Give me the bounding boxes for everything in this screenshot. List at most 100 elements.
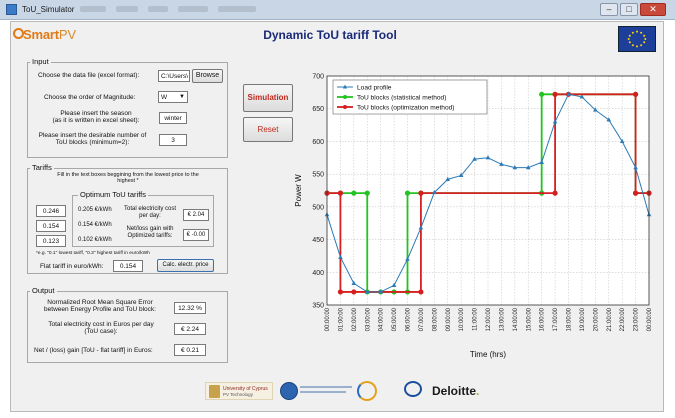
output-panel-title: Output xyxy=(30,286,57,295)
legend-label: ToU blocks (optimization method) xyxy=(357,104,454,111)
blurred-menu-item xyxy=(80,6,106,12)
legend-marker xyxy=(343,105,347,109)
tariff-entry-high[interactable]: 0.246 xyxy=(36,205,66,217)
close-button[interactable]: ✕ xyxy=(640,3,666,16)
blurred-menu-item xyxy=(178,6,208,12)
input-panel-title: Input xyxy=(30,57,51,66)
x-tick-label: 17:00:00 xyxy=(553,307,559,331)
legend-label: Load profile xyxy=(357,84,392,91)
net-gain-output-label: Net / (loss) gain [ToU - flat tariff] in… xyxy=(34,347,153,354)
magnitude-select[interactable]: W ▼ xyxy=(158,91,188,103)
nrmse-label: Normalized Root Mean Square Error between… xyxy=(44,299,156,314)
flat-tariff-field[interactable]: 0.154 xyxy=(113,260,143,272)
series-tou-optimization-point xyxy=(632,190,639,196)
eu-flag-icon xyxy=(618,26,656,52)
data-file-field[interactable]: C:\Users\ xyxy=(158,70,190,82)
calc-price-button[interactable]: Calc. electr. price xyxy=(157,259,214,272)
y-tick-label: 500 xyxy=(312,204,324,211)
total-cost-label: Total electricity cost per day: xyxy=(123,206,177,219)
series-tou-optimization-point xyxy=(632,91,639,97)
y-tick-label: 550 xyxy=(312,172,324,179)
series-tou-optimization-point xyxy=(552,190,558,196)
y-tick-label: 600 xyxy=(312,139,324,146)
x-tick-label: 15:00:00 xyxy=(526,307,532,331)
x-tick-label: 23:00:00 xyxy=(634,307,640,331)
tou-cost-label: Total electricity cost in Euros per day(… xyxy=(48,321,154,336)
x-tick-label: 00:00:00 xyxy=(325,307,331,331)
net-gain-label: Net/loss gain with Optimized tariffs: xyxy=(126,226,174,239)
y-tick-label: 350 xyxy=(312,303,324,310)
tariff-entry-low[interactable]: 0.123 xyxy=(36,235,66,247)
minimize-button[interactable]: – xyxy=(600,3,618,16)
series-tou-optimization-point xyxy=(418,190,424,196)
series-tou-optimization-point xyxy=(351,289,357,295)
y-tick-label: 400 xyxy=(312,270,324,277)
series-tou-optimization-point xyxy=(337,190,344,196)
y-tick-label: 650 xyxy=(312,106,324,113)
blocks-field[interactable]: 3 xyxy=(159,134,187,146)
energy-agency-logo-icon xyxy=(357,381,377,401)
x-tick-label: 09:00:00 xyxy=(446,307,452,331)
y-axis-label: Power W xyxy=(294,174,303,207)
blurred-menu-item xyxy=(116,6,138,12)
eac-logo-text xyxy=(300,391,346,393)
x-tick-label: 04:00:00 xyxy=(379,307,385,331)
tariff-entry-mid[interactable]: 0.154 xyxy=(36,220,66,232)
optimum-price-mid: 0.154 €/kWh xyxy=(78,222,112,228)
optimum-price-high: 0.205 €/kWh xyxy=(78,207,112,213)
browse-button[interactable]: Browse xyxy=(192,69,223,83)
maximize-button[interactable]: □ xyxy=(620,3,638,16)
blurred-menu-item xyxy=(218,6,256,12)
x-tick-label: 11:00:00 xyxy=(473,307,479,331)
x-tick-label: 12:00:00 xyxy=(486,307,492,331)
x-axis-label: Time (hrs) xyxy=(470,350,506,359)
x-tick-label: 06:00:00 xyxy=(406,307,412,331)
series-tou-statistical-point xyxy=(351,190,357,196)
x-tick-label: 08:00:00 xyxy=(432,307,438,331)
nrmse-value: 12.32 % xyxy=(174,302,206,314)
x-tick-label: 22:00:00 xyxy=(620,307,626,331)
series-tou-optimization-point xyxy=(552,91,558,97)
blocks-label: Please insert the desirable number of ToU… xyxy=(38,132,147,147)
tariffs-footnote: *e.g. "0.1" lowest tariff, "0.3" highest… xyxy=(36,251,150,256)
x-tick-label: 14:00:00 xyxy=(513,307,519,331)
x-tick-label: 01:00:00 xyxy=(338,307,344,331)
tou-chart: 350 400 450 500 550 600 650 700 00:00:00 01:00:0… xyxy=(294,74,653,360)
tariffs-instruction: Fill in the text boxes beggining from th… xyxy=(57,172,199,185)
x-tick-label: 07:00:00 xyxy=(419,307,425,331)
legend-label: ToU blocks (statistical method) xyxy=(357,94,446,101)
season-field[interactable]: winter xyxy=(159,112,187,124)
page-title: Dynamic ToU tariff Tool xyxy=(263,28,397,42)
net-gain-value: € -0.00 xyxy=(183,229,209,241)
season-label: Please insert the season (as it is writte… xyxy=(52,110,140,125)
flat-tariff-label: Flat tariff in euro/kWh: xyxy=(40,263,104,270)
total-cost-value: € 2.04 xyxy=(183,209,209,221)
chevron-down-icon: ▼ xyxy=(179,94,185,100)
app-icon xyxy=(6,4,17,15)
eac-logo-icon xyxy=(280,382,298,400)
data-file-label: Choose the data file (excel format): xyxy=(38,72,140,79)
legend-marker xyxy=(343,95,347,99)
blurred-menu-item xyxy=(148,6,168,12)
x-tick-label: 19:00:00 xyxy=(580,307,586,331)
series-tou-statistical-point xyxy=(364,190,370,196)
deloitte-logo: Deloitte. xyxy=(432,384,480,398)
cyprus-emblem-icon xyxy=(404,381,422,397)
x-tick-label: 03:00:00 xyxy=(365,307,371,331)
x-tick-label: 10:00:00 xyxy=(459,307,465,331)
x-tick-label: 18:00:00 xyxy=(567,307,573,331)
series-tou-statistical-point xyxy=(404,190,411,196)
net-gain-output-value: € 0.21 xyxy=(174,344,206,356)
university-of-cyprus-logo: University of Cyprus PV Technology xyxy=(205,382,273,400)
series-tou-statistical-point xyxy=(539,91,545,97)
y-tick-label: 700 xyxy=(312,74,324,81)
x-tick-label: 13:00:00 xyxy=(499,307,505,331)
x-tick-label: 02:00:00 xyxy=(352,307,358,331)
magnitude-label: Choose the order of Magnitude: xyxy=(44,94,136,101)
series-tou-optimization-point xyxy=(337,289,344,295)
optimum-tariffs-title: Optimum ToU tariffs xyxy=(78,190,148,199)
chart-legend: Load profile ToU blocks (statistical meth… xyxy=(332,79,488,115)
x-tick-label: 16:00:00 xyxy=(540,307,546,331)
eac-logo-text xyxy=(300,386,352,388)
ucy-crest-icon xyxy=(209,385,220,398)
